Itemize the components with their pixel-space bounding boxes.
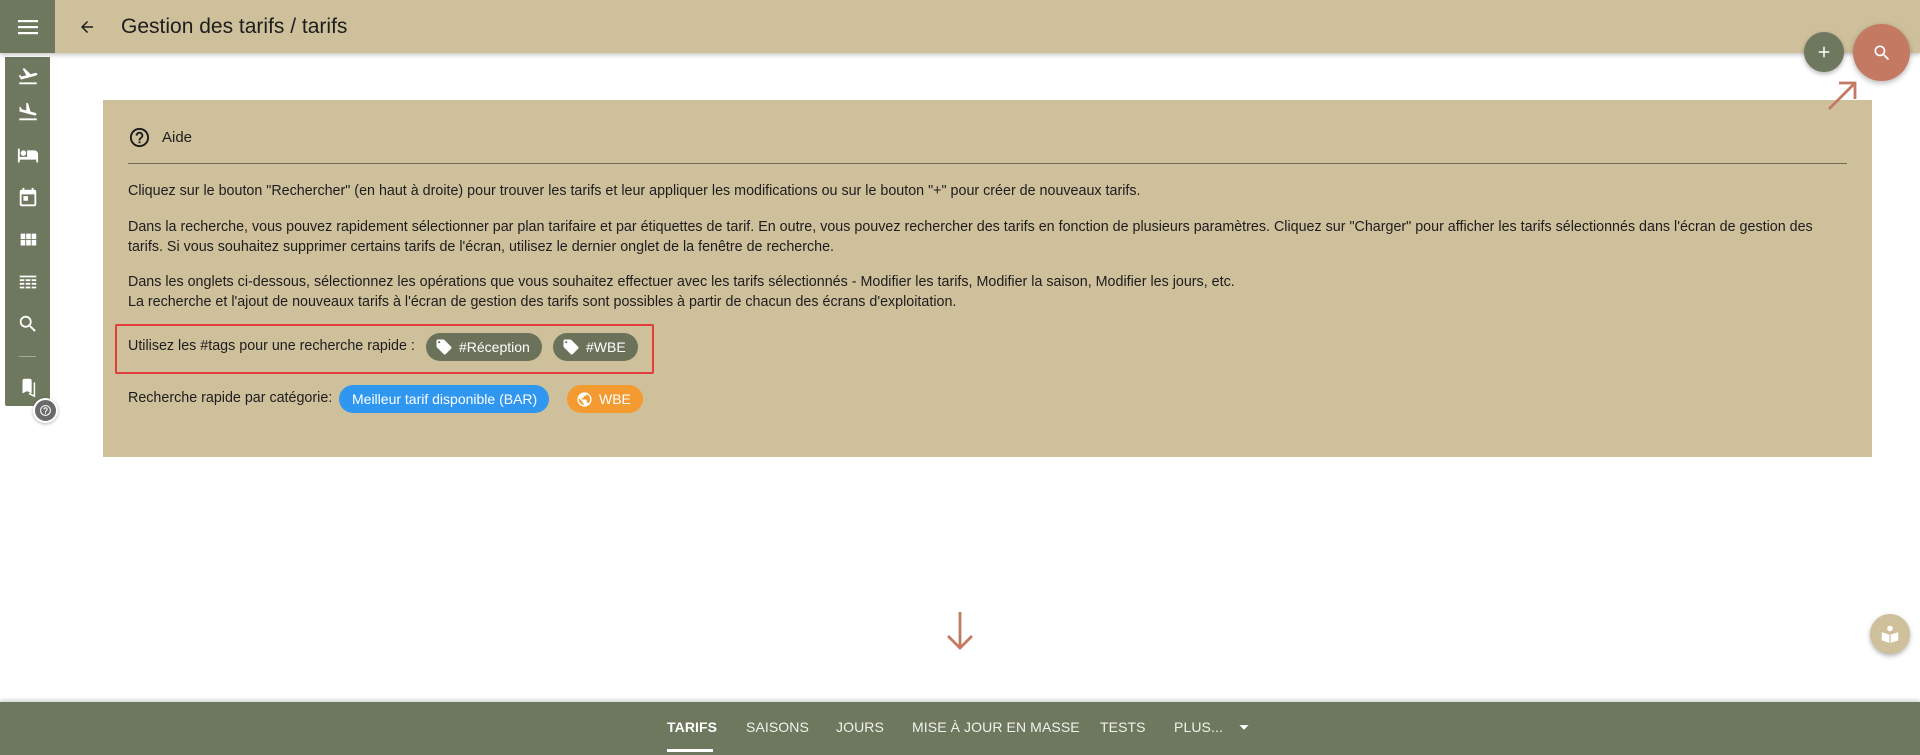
tab-tests[interactable]: TESTS xyxy=(1100,702,1146,752)
tab-tarifs[interactable]: TARIFS xyxy=(667,702,717,752)
bookmarks-icon xyxy=(22,378,35,398)
tag-chip-reception[interactable]: #Réception xyxy=(426,333,542,361)
category-chip-bar[interactable]: Meilleur tarif disponible (BAR) xyxy=(339,385,550,413)
help-paragraph-3: Dans les onglets ci-dessous, sélectionne… xyxy=(128,274,1235,310)
sidebar-item-table[interactable] xyxy=(5,264,50,300)
bottom-tab-bar: TARIFS SAISONS JOURS MISE À JOUR EN MASS… xyxy=(0,702,1920,755)
category-label-wbe: WBE xyxy=(599,391,631,407)
arrow-back-icon xyxy=(81,21,93,33)
help-header: Aide xyxy=(128,126,192,149)
menu-button[interactable] xyxy=(0,0,55,53)
hotel-bed-icon xyxy=(17,148,38,163)
calendar-icon xyxy=(19,187,36,207)
tag-label: #Réception xyxy=(459,339,530,355)
assistant-button[interactable] xyxy=(1870,614,1910,654)
sidebar-item-rooms[interactable] xyxy=(5,137,50,173)
tag-label: #WBE xyxy=(586,339,626,355)
tag-icon xyxy=(436,339,452,355)
hint-arrow-up-right-icon xyxy=(1828,81,1857,110)
hint-arrow-down-icon xyxy=(947,612,973,650)
sidebar-item-departures[interactable] xyxy=(5,58,50,94)
back-button[interactable] xyxy=(72,12,102,42)
help-panel: Aide Cliquez sur le bouton "Rechercher" … xyxy=(103,100,1872,457)
sidebar-item-calendar[interactable] xyxy=(5,180,50,216)
reader-icon xyxy=(1881,625,1899,644)
tab-mise-a-jour-en-masse[interactable]: MISE À JOUR EN MASSE xyxy=(912,702,1080,752)
tab-plus-label: PLUS... xyxy=(1174,719,1223,735)
tab-plus[interactable]: PLUS... xyxy=(1174,702,1255,752)
sidebar-item-arrivals[interactable] xyxy=(5,94,50,130)
search-icon xyxy=(1874,45,1889,60)
help-circle-icon xyxy=(129,127,150,148)
globe-icon xyxy=(577,391,592,407)
tab-jours[interactable]: JOURS xyxy=(836,702,884,752)
page-title: Gestion des tarifs / tarifs xyxy=(121,15,348,38)
sidebar-divider xyxy=(19,356,36,357)
search-icon xyxy=(19,315,36,332)
category-label-bar: Meilleur tarif disponible (BAR) xyxy=(352,391,538,407)
plus-icon xyxy=(1818,46,1830,58)
tag-chip-wbe[interactable]: #WBE xyxy=(553,333,638,361)
top-app-bar: Gestion des tarifs / tarifs xyxy=(0,0,1920,53)
help-title: Aide xyxy=(162,129,193,146)
table-icon xyxy=(19,275,36,289)
category-chip-wbe[interactable]: WBE xyxy=(567,385,643,413)
tab-saisons[interactable]: SAISONS xyxy=(746,702,809,752)
add-rate-button[interactable] xyxy=(1804,32,1844,72)
grid-icon xyxy=(20,233,36,246)
help-paragraph-2: Dans la recherche, vous pouvez rapidemen… xyxy=(128,219,1813,255)
active-tab-indicator xyxy=(667,749,713,752)
help-button[interactable] xyxy=(33,398,58,423)
menu-icon xyxy=(17,19,38,34)
search-rates-button[interactable] xyxy=(1853,24,1910,81)
dropdown-arrow-icon xyxy=(1239,725,1249,730)
help-icon xyxy=(40,405,51,416)
tags-label: Utilisez les #tags pour une recherche ra… xyxy=(128,338,415,354)
tag-icon xyxy=(563,339,579,355)
help-paragraph-1: Cliquez sur le bouton "Rechercher" (en h… xyxy=(128,183,1141,199)
flight-land-icon xyxy=(18,102,37,121)
sidebar-item-search[interactable] xyxy=(5,306,50,342)
flight-takeoff-icon xyxy=(18,68,37,85)
sidebar-item-grid[interactable] xyxy=(5,222,50,258)
side-navigation xyxy=(5,57,50,406)
help-divider xyxy=(128,163,1847,164)
category-label: Recherche rapide par catégorie: xyxy=(128,390,333,406)
